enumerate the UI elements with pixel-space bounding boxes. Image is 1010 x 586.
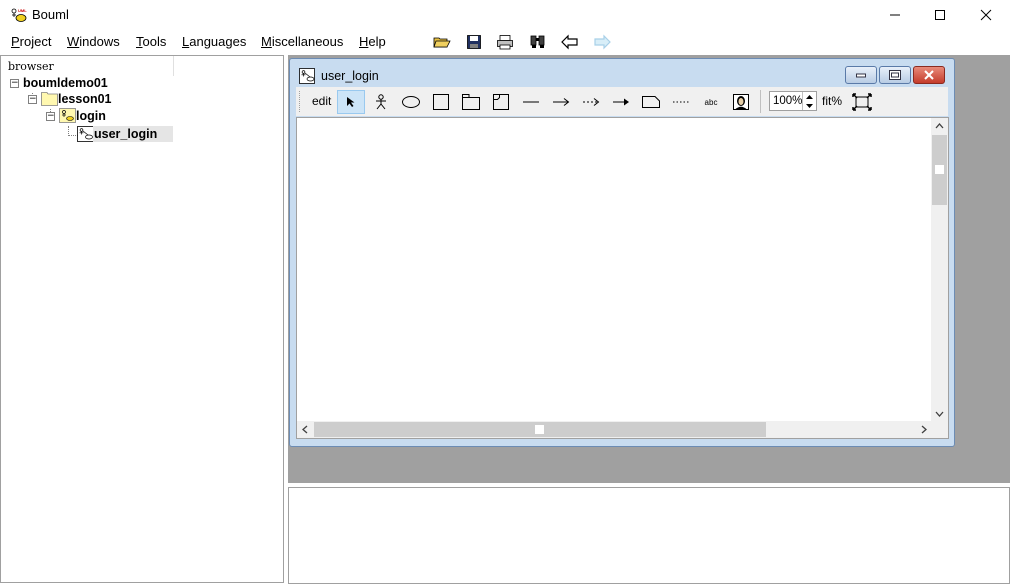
search-icon[interactable] [527, 32, 549, 52]
tree-item-lesson01[interactable]: lesson01 [58, 91, 112, 107]
vertical-scrollbar[interactable] [931, 118, 948, 422]
diagram-window: user_login edit abc 100% fit% [289, 58, 955, 447]
zoom-down-button[interactable] [802, 101, 816, 110]
tree-item-user-login[interactable]: user_login [93, 126, 173, 142]
menu-windows[interactable]: Windows [67, 34, 120, 49]
toolbar-separator [760, 90, 761, 113]
open-folder-icon[interactable] [431, 32, 453, 52]
tree-collapse-toggle[interactable]: − [28, 95, 37, 104]
close-button[interactable] [963, 0, 1009, 30]
edit-button[interactable]: edit [312, 94, 331, 108]
toolbar-grip [299, 91, 300, 113]
generalization-arrow-icon[interactable] [609, 90, 633, 114]
chevron-up-icon [806, 94, 813, 99]
chevron-left-icon[interactable] [302, 425, 308, 434]
vertical-scroll-thumb[interactable] [932, 135, 947, 205]
select-arrow-icon[interactable] [337, 90, 365, 114]
image-icon[interactable] [729, 90, 753, 114]
menu-project[interactable]: Project [11, 34, 51, 49]
note-icon[interactable] [639, 90, 663, 114]
bottom-text-pane[interactable] [288, 487, 1010, 584]
browser-header: browser [8, 60, 54, 73]
minimize-icon [890, 14, 900, 16]
diagram-minimize-button[interactable] [845, 66, 877, 84]
tree-item-project[interactable]: boumldemo01 [23, 75, 108, 91]
fragment-icon[interactable] [489, 90, 513, 114]
chevron-right-icon[interactable] [921, 425, 927, 434]
back-arrow-icon[interactable] [559, 32, 581, 52]
save-icon[interactable] [463, 32, 485, 52]
tree-collapse-toggle[interactable]: − [10, 79, 19, 88]
association-line-icon[interactable] [519, 90, 543, 114]
minimize-button[interactable] [872, 0, 918, 30]
menu-miscellaneous[interactable]: Miscellaneous [261, 34, 343, 49]
menu-bar: Project Windows Tools Languages Miscella… [0, 30, 1010, 54]
zoom-value: 100% [773, 95, 803, 107]
tree-collapse-toggle[interactable]: − [46, 112, 55, 121]
chevron-up-icon[interactable] [935, 123, 944, 129]
use-case-view-icon [59, 108, 76, 123]
diagram-window-title: user_login [321, 69, 379, 83]
minimize-icon [856, 73, 866, 78]
use-case-diagram-icon [77, 126, 94, 142]
browser-pane: browser − boumldemo01 − lesson01 − login… [0, 55, 284, 583]
fit-zoom-button[interactable]: fit% [822, 94, 842, 108]
zoom-up-button[interactable] [802, 92, 816, 101]
fit-window-icon[interactable] [850, 90, 874, 114]
menu-help[interactable]: Help [359, 34, 386, 49]
header-divider [173, 56, 174, 76]
menu-languages[interactable]: Languages [182, 34, 246, 49]
forward-arrow-icon[interactable] [591, 32, 613, 52]
bouml-app-icon: UML [11, 8, 27, 22]
directed-arrow-icon[interactable] [549, 90, 573, 114]
maximize-icon [935, 10, 945, 20]
text-tool[interactable]: abc [699, 90, 723, 114]
actor-icon[interactable] [369, 90, 393, 114]
use-case-ellipse-icon[interactable] [399, 90, 423, 114]
menu-tools[interactable]: Tools [136, 34, 166, 49]
restore-icon [889, 70, 901, 80]
class-rect-icon[interactable] [429, 90, 453, 114]
scroll-corner [931, 421, 948, 438]
tree-item-login[interactable]: login [76, 108, 106, 124]
package-icon[interactable] [459, 90, 483, 114]
horizontal-scroll-thumb[interactable] [314, 422, 766, 437]
title-bar: UML Bouml [0, 0, 1010, 30]
zoom-spinbox[interactable]: 100% [769, 91, 817, 111]
diagram-toolbar: edit abc 100% fit% [296, 87, 948, 116]
dependency-arrow-icon[interactable] [579, 90, 603, 114]
print-icon[interactable] [494, 32, 516, 52]
use-case-diagram-icon [299, 68, 315, 84]
svg-text:UML: UML [18, 8, 27, 13]
chevron-down-icon [806, 103, 813, 108]
maximize-button[interactable] [917, 0, 963, 30]
close-icon [924, 70, 934, 80]
chevron-down-icon[interactable] [935, 411, 944, 417]
package-folder-icon [41, 92, 58, 106]
anchor-dotted-icon[interactable] [669, 90, 693, 114]
app-title: Bouml [32, 7, 69, 22]
diagram-restore-button[interactable] [879, 66, 911, 84]
close-icon [980, 9, 992, 21]
diagram-close-button[interactable] [913, 66, 945, 84]
diagram-canvas[interactable] [296, 117, 949, 439]
horizontal-scrollbar[interactable] [297, 421, 933, 438]
